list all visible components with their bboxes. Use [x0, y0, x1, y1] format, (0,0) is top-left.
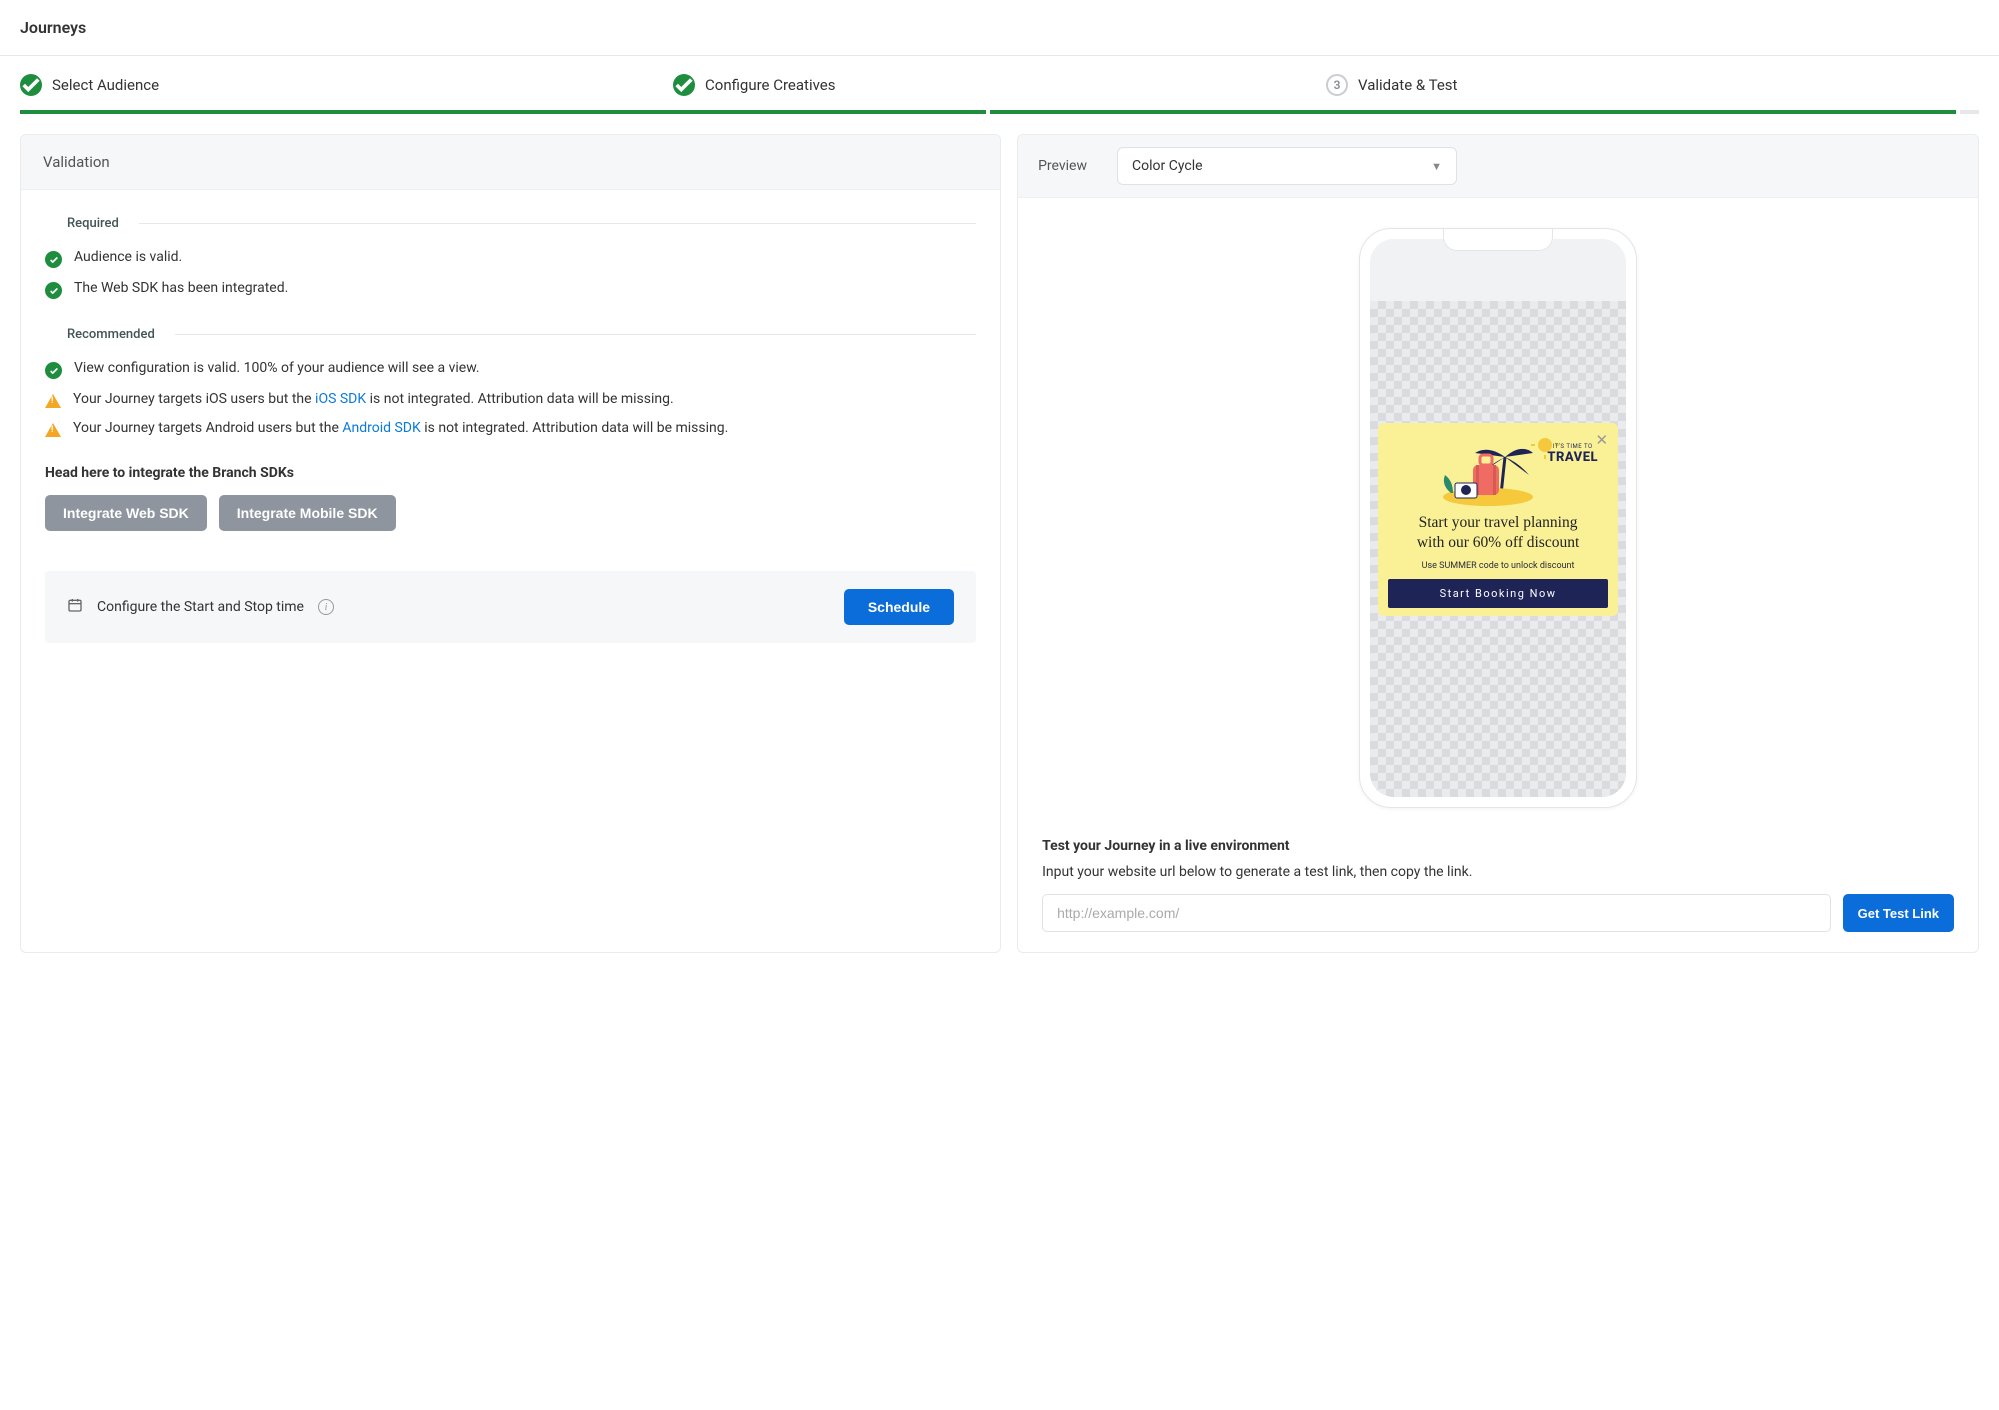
- validation-heading: Validation: [21, 135, 1000, 190]
- banner-illus-big: TRAVEL: [1547, 450, 1598, 465]
- info-icon[interactable]: i: [318, 599, 334, 615]
- calendar-icon: [67, 597, 83, 617]
- check-icon: [45, 362, 62, 379]
- banner-title: Start your travel planningwith our 60% o…: [1388, 513, 1608, 553]
- creative-banner: ✕: [1378, 423, 1618, 616]
- preview-label: Preview: [1038, 158, 1087, 174]
- phone-notch: [1443, 229, 1553, 251]
- preview-panel: Preview Color Cycle ▼ ✕: [1017, 134, 1979, 953]
- validation-item: The Web SDK has been integrated.: [45, 274, 976, 305]
- travel-illustration: IT'S TIME TO TRAVEL: [1388, 435, 1608, 507]
- banner-cta-button[interactable]: Start Booking Now: [1388, 579, 1608, 608]
- integrate-web-sdk-button[interactable]: Integrate Web SDK: [45, 495, 207, 531]
- step-validate-test[interactable]: 3 Validate & Test: [1326, 74, 1979, 96]
- ios-sdk-link[interactable]: iOS SDK: [315, 391, 366, 407]
- validation-item: Your Journey targets iOS users but the i…: [45, 385, 976, 414]
- check-icon: [20, 74, 42, 96]
- get-test-link-button[interactable]: Get Test Link: [1843, 894, 1954, 932]
- schedule-text: Configure the Start and Stop time: [97, 599, 304, 615]
- check-icon: [45, 282, 62, 299]
- chevron-down-icon: ▼: [1431, 160, 1442, 173]
- step-configure-creatives[interactable]: Configure Creatives: [673, 74, 1326, 96]
- sdk-heading: Head here to integrate the Branch SDKs: [45, 465, 976, 481]
- phone-mockup: ✕: [1359, 228, 1637, 808]
- check-icon: [673, 74, 695, 96]
- progress-bar: [20, 110, 1979, 114]
- validation-item: Your Journey targets Android users but t…: [45, 414, 976, 443]
- banner-subtitle: Use SUMMER code to unlock discount: [1388, 561, 1608, 571]
- test-url-input[interactable]: [1042, 894, 1831, 932]
- page-header: Journeys: [0, 0, 1999, 56]
- test-description: Input your website url below to generate…: [1042, 864, 1954, 880]
- check-icon: [45, 251, 62, 268]
- validation-item: Audience is valid.: [45, 243, 976, 274]
- preview-selected-value: Color Cycle: [1132, 158, 1203, 174]
- step-number-icon: 3: [1326, 74, 1348, 96]
- required-section-label: Required: [45, 216, 976, 231]
- warning-icon: [45, 394, 61, 408]
- step-select-audience[interactable]: Select Audience: [20, 74, 673, 96]
- schedule-box: Configure the Start and Stop time i Sche…: [45, 571, 976, 643]
- warning-icon: [45, 423, 61, 437]
- integrate-mobile-sdk-button[interactable]: Integrate Mobile SDK: [219, 495, 396, 531]
- page-title: Journeys: [20, 18, 1979, 37]
- step-label: Validate & Test: [1358, 76, 1457, 94]
- android-sdk-link[interactable]: Android SDK: [342, 420, 420, 436]
- validation-item: View configuration is valid. 100% of you…: [45, 354, 976, 385]
- schedule-button[interactable]: Schedule: [844, 589, 954, 625]
- step-label: Select Audience: [52, 76, 159, 94]
- step-label: Configure Creatives: [705, 76, 835, 94]
- recommended-section-label: Recommended: [45, 327, 976, 342]
- banner-illus-small: IT'S TIME TO: [1547, 443, 1598, 450]
- validation-panel: Validation Required Audience is valid. T…: [20, 134, 1001, 953]
- stepper: Select Audience Configure Creatives 3 Va…: [0, 56, 1999, 96]
- test-heading: Test your Journey in a live environment: [1042, 838, 1954, 854]
- preview-select[interactable]: Color Cycle ▼: [1117, 147, 1457, 185]
